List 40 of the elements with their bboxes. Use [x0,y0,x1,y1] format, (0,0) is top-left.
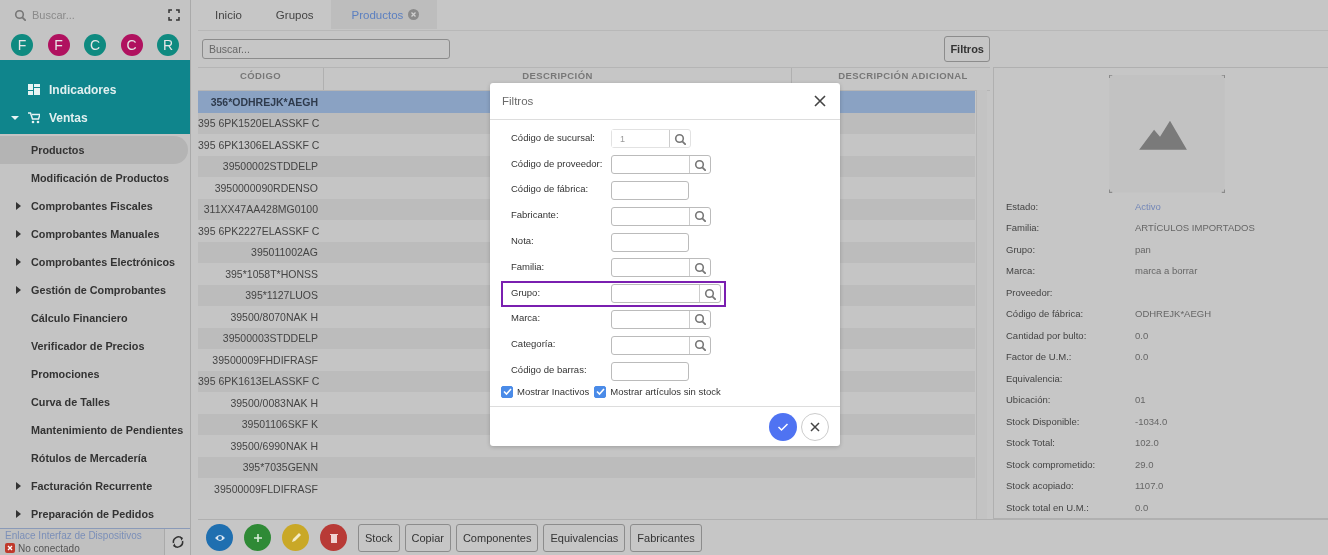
dialog-title: Filtros [502,95,534,107]
field-label: Factor de U.M.: [1006,351,1073,363]
field-label: Grupo: [511,286,542,298]
field-label: Equivalencia: [1006,372,1064,384]
field-label: Stock acopiado: [1006,480,1075,492]
field-label: Stock Disponible: [1006,415,1081,427]
status-text: No conectado [18,542,80,554]
field-label: Ubicación: [1006,394,1052,406]
field-value: 0.0 [1135,501,1150,513]
field-value: 0.0 [1135,329,1150,341]
field-label: Estado: [1006,200,1040,212]
field-label: Grupo: [1006,243,1037,255]
field-label: Stock Total: [1006,437,1056,449]
field-label: Proveedor: [1006,286,1054,298]
field-value: pan [1135,243,1152,255]
field-label: Familia: [511,260,546,272]
field-value: 102.0 [1135,437,1160,449]
field-label: Marca: [511,312,542,324]
field-label: Categoría: [511,338,557,350]
field-label: Código de proveedor: [511,157,604,169]
field-label: Stock comprometido: [1006,458,1097,470]
field-label: Stock total en U.M.: [1006,501,1090,513]
field-value: Activo [1135,200,1162,212]
field-value: -1034.0 [1135,415,1169,427]
field-label: Código de sucursal: [511,131,596,143]
field-value: ARTÍCULOS IMPORTADOS [1135,222,1255,234]
field-value: ODHREJK*AEGH [1135,308,1212,320]
field-label: Código de fábrica: [511,183,590,195]
field-label: Marca: [1006,265,1037,277]
field-value: 0.0 [1135,351,1150,363]
field-value: 29.0 [1135,458,1155,470]
field-value: 1107.0 [1135,480,1165,492]
field-value: 01 [1135,394,1147,406]
field-label: Nota: [511,235,535,247]
field-value: marca a borrar [1135,265,1199,277]
field-label: Código de fábrica: [1006,308,1085,320]
field-label: Código de barras: [511,364,588,376]
field-label: Familia: [1006,222,1041,234]
field-label: Cantidad por bulto: [1006,329,1088,341]
field-label: Fabricante: [511,209,560,221]
